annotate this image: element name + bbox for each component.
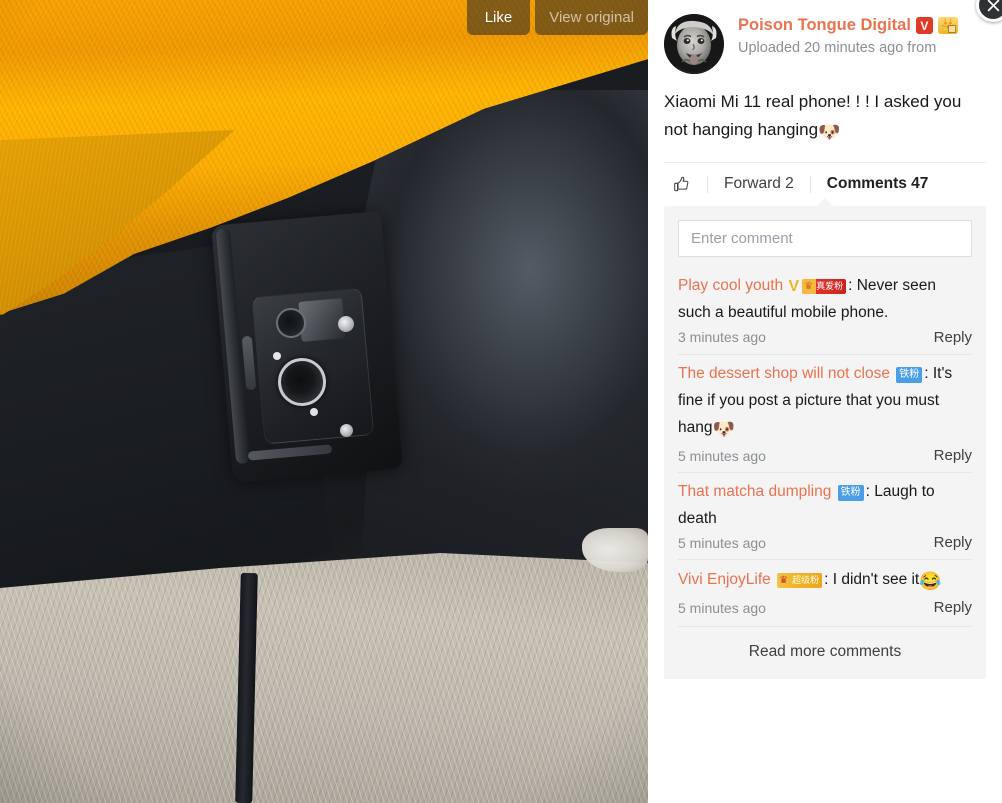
comment-time: 3 minutes ago bbox=[678, 329, 766, 346]
photo-camera-dot-d bbox=[310, 408, 318, 416]
photo-camera-dot-c bbox=[273, 352, 281, 360]
comment-footer: 5 minutes ago Reply bbox=[678, 534, 972, 553]
comment-author-name[interactable]: Vivi EnjoyLife bbox=[678, 571, 771, 588]
true-fan-badge-icon[interactable]: 真爱粉 bbox=[802, 278, 847, 294]
comment-item: Vivi EnjoyLife 超级粉: I didn't see it😂 5 m… bbox=[678, 560, 972, 624]
comment-item: That matcha dumpling 铁粉: Laugh to death … bbox=[678, 473, 972, 561]
post-text-content: Xiaomi Mi 11 real phone! ! ! I asked you… bbox=[664, 92, 962, 140]
iron-fan-badge-icon[interactable]: 铁粉 bbox=[896, 366, 923, 383]
photo-camera-dot-a bbox=[338, 316, 354, 332]
verified-badge-icon[interactable]: V bbox=[788, 273, 799, 301]
like-button[interactable]: Like bbox=[466, 0, 531, 35]
comment-footer: 3 minutes ago Reply bbox=[678, 329, 972, 348]
photo-carpet-texture bbox=[0, 553, 648, 803]
comment-time: 5 minutes ago bbox=[678, 534, 766, 551]
super-fan-badge-icon[interactable]: 超级粉 bbox=[777, 573, 823, 589]
comment-reply-button[interactable]: Reply bbox=[934, 329, 972, 346]
post-photo[interactable] bbox=[0, 0, 648, 803]
view-original-button[interactable]: View original bbox=[535, 0, 648, 35]
comment-author-name[interactable]: The dessert shop will not close bbox=[678, 365, 890, 382]
comment-time: 5 minutes ago bbox=[678, 447, 766, 464]
comment-reply-button[interactable]: Reply bbox=[934, 599, 972, 616]
dog-emoji-icon: 🐶 bbox=[712, 419, 735, 440]
comment-time: 5 minutes ago bbox=[678, 599, 766, 616]
panel-caret-icon bbox=[816, 197, 834, 207]
read-more-comments-button[interactable]: Read more comments bbox=[678, 626, 972, 679]
comment-author-name[interactable]: That matcha dumpling bbox=[678, 483, 831, 500]
comment-item: The dessert shop will not close 铁粉: It's… bbox=[678, 355, 972, 474]
comment-body: That matcha dumpling 铁粉: Laugh to death bbox=[678, 479, 972, 532]
comment-body: The dessert shop will not close 铁粉: It's… bbox=[678, 361, 972, 445]
comment-body: Play cool youth V真爱粉: Never seen such a … bbox=[678, 273, 972, 327]
comments-panel: Play cool youth V真爱粉: Never seen such a … bbox=[664, 197, 986, 680]
comment-item: Play cool youth V真爱粉: Never seen such a … bbox=[678, 267, 972, 355]
weibo-photo-viewer: Like View original Poison Tongue Digital… bbox=[0, 0, 1002, 803]
author-meta: Poison Tongue Digital V 👑 Uploaded 20 mi… bbox=[738, 14, 958, 74]
comments-action-button[interactable]: Comments 47 bbox=[811, 175, 945, 193]
like-action-button[interactable] bbox=[664, 175, 707, 194]
upload-time-text: Uploaded 20 minutes ago bbox=[738, 40, 904, 56]
comment-author-name[interactable]: Play cool youth bbox=[678, 277, 783, 294]
author-row: Poison Tongue Digital V 👑 Uploaded 20 mi… bbox=[664, 0, 986, 84]
verified-badge-icon[interactable]: V bbox=[915, 17, 933, 34]
dog-emoji-icon: 🐶 bbox=[818, 122, 841, 143]
comment-reply-button[interactable]: Reply bbox=[934, 534, 972, 551]
crown-badge-icon[interactable]: 👑 bbox=[937, 17, 958, 34]
upload-from-label: from bbox=[907, 40, 937, 56]
thumbs-up-icon bbox=[674, 176, 689, 191]
comment-text: : I didn't see it bbox=[824, 571, 920, 589]
post-text: Xiaomi Mi 11 real phone! ! ! I asked you… bbox=[664, 84, 986, 162]
photo-camera-dot-b bbox=[340, 424, 353, 437]
comment-input[interactable] bbox=[678, 219, 972, 257]
author-name-line: Poison Tongue Digital V 👑 bbox=[738, 16, 958, 35]
author-name[interactable]: Poison Tongue Digital bbox=[738, 16, 911, 35]
comment-list: Play cool youth V真爱粉: Never seen such a … bbox=[678, 267, 972, 625]
comment-footer: 5 minutes ago Reply bbox=[678, 447, 972, 466]
iron-fan-badge-icon[interactable]: 铁粉 bbox=[837, 485, 864, 502]
comment-body: Vivi EnjoyLife 超级粉: I didn't see it😂 bbox=[678, 566, 972, 597]
post-detail-panel: Poison Tongue Digital V 👑 Uploaded 20 mi… bbox=[648, 0, 1002, 803]
laughing-emoji-icon: 😂 bbox=[919, 571, 942, 592]
avatar[interactable] bbox=[664, 14, 724, 74]
comment-reply-button[interactable]: Reply bbox=[934, 447, 972, 464]
forward-action-button[interactable]: Forward 2 bbox=[708, 175, 810, 193]
photo-overlay-actions: Like View original bbox=[466, 0, 648, 35]
upload-time: Uploaded 20 minutes ago from bbox=[738, 38, 958, 59]
photo-pane: Like View original bbox=[0, 0, 648, 803]
comment-footer: 5 minutes ago Reply bbox=[678, 599, 972, 618]
